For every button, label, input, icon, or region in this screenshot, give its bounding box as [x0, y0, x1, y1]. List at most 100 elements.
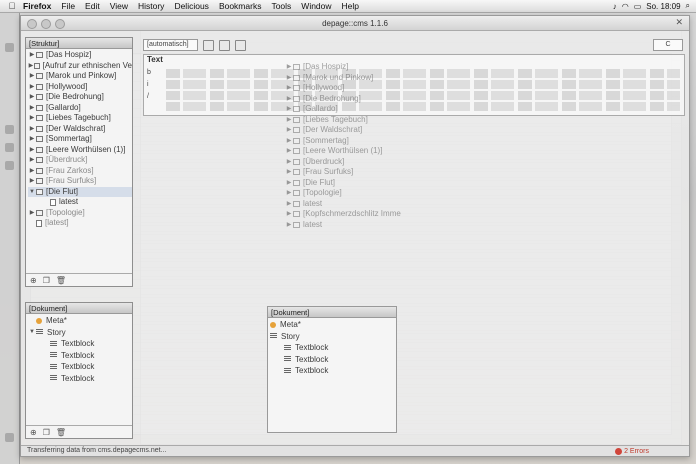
tree-item[interactable]: ▶ [Der Waldschrat] [28, 124, 132, 135]
collapsed-triangle-icon: ▶ [286, 106, 292, 112]
folder-icon [36, 115, 43, 122]
bold-format-icon[interactable]: b [147, 67, 151, 79]
menu-view[interactable]: View [105, 1, 133, 11]
textblock-icon [50, 340, 57, 347]
text-editor[interactable]: Text b i / [143, 54, 685, 116]
link-icon[interactable] [235, 39, 246, 51]
bold-icon[interactable] [203, 39, 214, 51]
tree-item[interactable]: ▶ [Hollywood] [28, 82, 132, 93]
error-indicator[interactable]: 2 Errors [615, 448, 649, 455]
tool-icon[interactable] [5, 43, 14, 52]
menu-file[interactable]: File [56, 1, 80, 11]
collapsed-triangle-icon[interactable]: ▶ [28, 145, 36, 156]
tree-item[interactable]: Textblock [28, 338, 132, 350]
menu-help[interactable]: Help [337, 1, 364, 11]
menu-tools[interactable]: Tools [266, 1, 296, 11]
tree-item[interactable]: ▶ [Topologie] [28, 208, 132, 219]
tree-item[interactable]: ▶ [Gallardo] [28, 103, 132, 114]
link-format-icon[interactable]: / [147, 91, 151, 103]
error-count: 2 Errors [624, 448, 649, 455]
collapsed-triangle-icon[interactable]: ▶ [28, 155, 36, 166]
collapsed-triangle-icon: ▶ [286, 137, 292, 144]
collapsed-triangle-icon[interactable]: ▶ [28, 166, 36, 177]
collapsed-triangle-icon[interactable]: ▶ [28, 103, 36, 114]
tree-item[interactable]: Meta* [28, 315, 132, 327]
tree-item[interactable]: Textblock [28, 373, 132, 385]
close-icon[interactable]: ✕ [675, 17, 683, 28]
tool-icon[interactable] [5, 143, 14, 152]
overlay-structure-list: ▶ [Das Hospiz] ▶ [Marok und Pinkow] ▶ [Hollyw… [283, 61, 403, 291]
volume-icon[interactable]: ♪ [613, 2, 617, 11]
expanded-triangle-icon[interactable]: ▼ [28, 187, 36, 198]
menu-firefox[interactable]: Firefox [18, 1, 56, 11]
add-icon[interactable]: ⊕ [30, 428, 37, 437]
folder-icon [36, 209, 43, 216]
tree-item[interactable]: ▼ [Die Flut] [28, 186, 132, 198]
tree-item-label: [Frau Surfuks] [46, 176, 97, 185]
overlay-item-label: [Sommertag] [303, 135, 349, 145]
tree-item[interactable]: ▼ Story [28, 327, 132, 339]
tool-icon[interactable] [5, 433, 14, 442]
collapsed-triangle-icon[interactable]: ▶ [28, 82, 36, 93]
close-window-button[interactable] [27, 19, 37, 29]
menu-bookmarks[interactable]: Bookmarks [214, 1, 267, 11]
duplicate-icon[interactable]: ❐ [43, 428, 50, 437]
duplicate-icon[interactable]: ❐ [43, 276, 50, 285]
tree-item[interactable]: ▶ [Überdruck] [28, 155, 132, 166]
folder-icon [36, 83, 43, 90]
tree-item[interactable]: ▶ [Aufruf zur ethnischen Ve [28, 61, 132, 72]
tree-item[interactable]: ▶ [Marok und Pinkow] [28, 71, 132, 82]
minimize-window-button[interactable] [41, 19, 51, 29]
page-icon [36, 219, 42, 227]
tree-item[interactable]: ▶ [Frau Zarkos] [28, 166, 132, 177]
tool-icon[interactable] [5, 125, 14, 134]
tree-item[interactable]: ▶ [Leere Worthülsen (1)] [28, 145, 132, 156]
collapsed-triangle-icon[interactable]: ▶ [28, 124, 36, 135]
italic-format-icon[interactable]: i [147, 79, 151, 91]
italic-icon[interactable] [219, 39, 230, 51]
tree-item[interactable]: ▶ [Frau Surfuks] [28, 176, 132, 187]
collapsed-triangle-icon: ▶ [286, 64, 292, 70]
menu-history[interactable]: History [133, 1, 169, 11]
tree-item[interactable]: Textblock [28, 361, 132, 373]
clock[interactable]: So. 18:09 [646, 2, 680, 11]
spotlight-icon[interactable]: ⌕ [686, 1, 690, 11]
textblock-icon [50, 363, 57, 370]
zoom-select[interactable]: C [653, 39, 683, 51]
expanded-triangle-icon[interactable]: ▼ [28, 327, 36, 339]
folder-icon [36, 157, 43, 164]
collapsed-triangle-icon[interactable]: ▶ [28, 92, 36, 103]
tree-item[interactable]: ▶ [Sommertag] [28, 134, 132, 145]
trash-icon[interactable]: 🗑 [56, 428, 66, 437]
add-icon[interactable]: ⊕ [30, 276, 37, 285]
tree-item[interactable]: ▶ [Liebes Tagebuch] [28, 113, 132, 124]
trash-icon[interactable]: 🗑 [56, 276, 66, 285]
overlay-item-label: latest [303, 198, 323, 208]
overlay-item-label: [Der Waldschrat] [303, 125, 363, 134]
wifi-icon[interactable]: ◠ [622, 2, 629, 11]
collapsed-triangle-icon[interactable]: ▶ [28, 208, 36, 219]
window-titlebar[interactable]: depage::cms 1.1.6 ✕ [21, 16, 689, 31]
collapsed-triangle-icon[interactable]: ▶ [28, 50, 36, 61]
menu-edit[interactable]: Edit [80, 1, 105, 11]
collapsed-triangle-icon[interactable]: ▶ [28, 71, 36, 82]
collapsed-triangle-icon[interactable]: ▶ [28, 113, 36, 124]
menu-delicious[interactable]: Delicious [169, 1, 214, 11]
zoom-window-button[interactable] [55, 19, 65, 29]
overlay-item-label: [Das Hospiz] [303, 62, 349, 71]
window-title: depage::cms 1.1.6 [322, 18, 388, 28]
tree-item[interactable]: ▶ [Das Hospiz] [28, 50, 132, 61]
tree-item[interactable]: ▶ [Die Bedrohung] [28, 92, 132, 103]
collapsed-triangle-icon[interactable]: ▶ [28, 176, 36, 187]
tree-item[interactable]: Textblock [28, 350, 132, 362]
menu-window[interactable]: Window [296, 1, 336, 11]
collapsed-triangle-icon[interactable]: ▶ [28, 134, 36, 145]
tree-item[interactable]: latest [28, 197, 132, 208]
text-line [166, 80, 680, 89]
battery-icon[interactable]: ▭ [634, 2, 642, 11]
tool-icon[interactable] [5, 161, 14, 170]
tree-item[interactable]: [latest] [28, 218, 132, 229]
folder-icon [36, 94, 43, 101]
apple-menu-icon[interactable]:  [6, 1, 18, 11]
style-select[interactable]: [automatisch] [143, 39, 198, 51]
